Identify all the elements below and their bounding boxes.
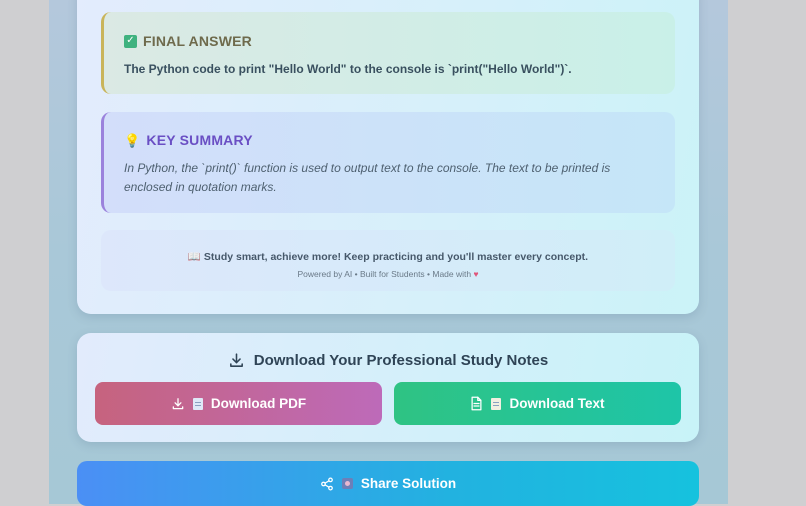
app-icon (341, 478, 353, 489)
key-summary-box: 💡 KEY SUMMARY In Python, the `print()` f… (101, 112, 675, 213)
download-pdf-button[interactable]: Download PDF (95, 382, 382, 425)
share-solution-button[interactable]: Share Solution (77, 461, 699, 506)
footer-tagline: Study smart, achieve more! Keep practici… (203, 251, 589, 263)
download-card: Download Your Professional Study Notes D… (77, 333, 699, 442)
download-text-button[interactable]: Download Text (394, 382, 681, 425)
final-answer-text: The Python code to print "Hello World" t… (124, 62, 572, 76)
download-pdf-label: Download PDF (210, 396, 307, 411)
download-icon (228, 352, 245, 369)
heart-icon: ♥ (473, 269, 479, 279)
key-summary-text: In Python, the `print()` function is use… (124, 161, 611, 194)
footer-box: 📖 Study smart, achieve more! Keep practi… (101, 230, 675, 291)
check-mark-icon: ✓ (124, 34, 137, 48)
download-text-label: Download Text (509, 396, 605, 411)
final-answer-header: ✓ FINAL ANSWER (124, 33, 252, 49)
footer-credits-row: Powered by AI • Built for Students • Mad… (101, 269, 675, 279)
memo-icon (491, 397, 502, 410)
final-answer-box: ✓ FINAL ANSWER The Python code to print … (101, 12, 675, 94)
document-icon (192, 397, 203, 410)
share-solution-label: Share Solution (360, 476, 457, 491)
download-icon (171, 397, 185, 411)
footer-credits: Powered by AI • Built for Students • Mad… (297, 269, 472, 279)
download-heading: Download Your Professional Study Notes (253, 352, 549, 369)
footer-tagline-row: 📖 Study smart, achieve more! Keep practi… (101, 250, 675, 263)
final-answer-heading: FINAL ANSWER (143, 33, 252, 49)
key-summary-header: 💡 KEY SUMMARY (124, 132, 253, 148)
download-heading-row: Download Your Professional Study Notes (77, 352, 699, 369)
key-summary-heading: KEY SUMMARY (146, 132, 253, 148)
file-text-icon (470, 396, 483, 411)
open-book-icon: 📖 (187, 251, 201, 263)
light-bulb-icon: 💡 (124, 132, 141, 148)
share-icon (320, 477, 334, 491)
